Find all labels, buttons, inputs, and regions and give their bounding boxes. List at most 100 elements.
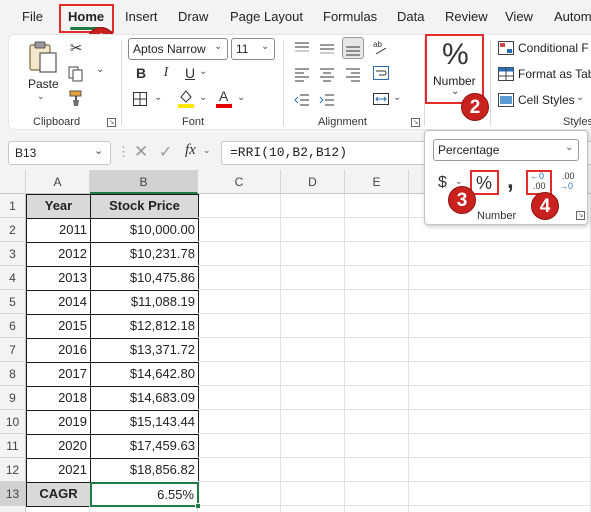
row-header[interactable]: 3 — [0, 242, 26, 266]
grid-cell[interactable] — [281, 242, 345, 266]
grid-cell[interactable] — [198, 338, 281, 362]
enter-check-icon[interactable]: ✓ — [159, 142, 172, 162]
grid-cell[interactable] — [198, 194, 281, 218]
column-header-d[interactable]: D — [281, 170, 345, 194]
cell-styles-label[interactable]: Cell Styles — [518, 93, 575, 107]
header-stock-price[interactable]: Stock Price — [90, 194, 199, 219]
grid-cell[interactable] — [281, 362, 345, 386]
format-as-table-label[interactable]: Format as Tab — [518, 67, 591, 81]
grid-cell[interactable] — [281, 434, 345, 458]
underline-button[interactable]: U — [183, 65, 197, 81]
grid-cell[interactable] — [198, 458, 281, 482]
grid-cell[interactable] — [281, 458, 345, 482]
year-cell[interactable]: 2021 — [26, 458, 91, 483]
merge-center-icon[interactable] — [372, 90, 390, 108]
price-cell[interactable]: $10,000.00 — [90, 218, 199, 243]
grid-cell[interactable] — [409, 266, 591, 290]
year-cell[interactable]: 2013 — [26, 266, 91, 291]
year-cell[interactable]: 2015 — [26, 314, 91, 339]
grid-cell[interactable] — [281, 506, 345, 512]
bold-button[interactable]: B — [134, 65, 148, 81]
grid-cell[interactable] — [409, 242, 591, 266]
number-launcher-icon[interactable]: ↘ — [576, 211, 585, 220]
column-header-e[interactable]: E — [345, 170, 409, 194]
tab-automate[interactable]: Autom — [554, 9, 591, 24]
paste-chevron-icon[interactable]: ⌄ — [37, 91, 45, 102]
grid-cell[interactable] — [345, 266, 409, 290]
decrease-decimal-button[interactable]: .00 →0 — [558, 171, 580, 193]
italic-button[interactable]: I — [159, 65, 173, 81]
row-header[interactable]: 2 — [0, 218, 26, 242]
price-cell[interactable]: $18,856.82 — [90, 458, 199, 483]
grid-cell[interactable] — [345, 482, 409, 506]
cut-icon[interactable]: ✂ — [67, 39, 85, 57]
font-color-chevron-icon[interactable]: ⌄ — [237, 92, 245, 103]
grid-cell[interactable] — [198, 506, 281, 512]
year-cell[interactable]: 2019 — [26, 410, 91, 435]
grid-cell[interactable] — [345, 290, 409, 314]
row-header[interactable]: 12 — [0, 458, 26, 482]
grid-cell[interactable] — [409, 314, 591, 338]
grid-cell[interactable] — [345, 434, 409, 458]
tab-review[interactable]: Review — [445, 9, 488, 24]
align-right-icon[interactable] — [345, 66, 361, 82]
grid-cell[interactable] — [281, 194, 345, 218]
column-header-a[interactable]: A — [26, 170, 90, 194]
grid-cell[interactable] — [345, 386, 409, 410]
grid-cell[interactable] — [345, 218, 409, 242]
grid-cell[interactable] — [198, 218, 281, 242]
row-header[interactable]: 4 — [0, 266, 26, 290]
row-header[interactable]: 9 — [0, 386, 26, 410]
increase-indent-icon[interactable] — [319, 92, 335, 108]
tab-insert[interactable]: Insert — [125, 9, 158, 24]
more-options-icon[interactable]: ⋮ — [117, 144, 130, 160]
format-painter-icon[interactable] — [67, 89, 85, 107]
grid-cell[interactable] — [198, 410, 281, 434]
name-box[interactable]: B13 ⌄ — [8, 141, 111, 165]
cell-styles-icon[interactable] — [498, 93, 514, 107]
paste-icon[interactable] — [27, 40, 59, 74]
tab-formulas[interactable]: Formulas — [323, 9, 377, 24]
align-top-icon[interactable] — [294, 40, 310, 56]
decrease-indent-icon[interactable] — [294, 92, 310, 108]
grid-cell[interactable] — [281, 218, 345, 242]
grid-cell[interactable] — [409, 386, 591, 410]
fill-handle[interactable] — [195, 503, 201, 509]
grid-cell[interactable] — [409, 434, 591, 458]
column-header-b[interactable]: B — [90, 170, 198, 194]
grid-cell[interactable] — [409, 338, 591, 362]
orientation-icon[interactable]: ab — [372, 38, 390, 56]
grid-cell[interactable] — [198, 314, 281, 338]
grid-cell[interactable] — [345, 338, 409, 362]
borders-icon[interactable] — [132, 91, 148, 107]
underline-chevron-icon[interactable]: ⌄ — [199, 66, 207, 77]
price-cell[interactable]: $10,231.78 — [90, 242, 199, 267]
cell-styles-chevron-icon[interactable]: ⌄ — [576, 92, 584, 103]
grid-cell[interactable] — [281, 314, 345, 338]
tab-view[interactable]: View — [505, 9, 533, 24]
tab-data[interactable]: Data — [397, 9, 424, 24]
grid-cell[interactable] — [198, 242, 281, 266]
paste-label[interactable]: Paste — [28, 77, 59, 91]
grid-cell[interactable] — [345, 194, 409, 218]
year-cell[interactable]: 2014 — [26, 290, 91, 315]
grid-cell[interactable] — [409, 290, 591, 314]
grid-cell[interactable] — [198, 266, 281, 290]
header-year[interactable]: Year — [26, 194, 91, 219]
borders-chevron-icon[interactable]: ⌄ — [154, 92, 162, 103]
conditional-formatting-label[interactable]: Conditional F — [518, 41, 589, 55]
row-header[interactable]: 11 — [0, 434, 26, 458]
grid-cell[interactable] — [90, 506, 198, 512]
grid-cell[interactable] — [345, 506, 409, 512]
grid-cell[interactable] — [281, 482, 345, 506]
year-cell[interactable]: 2012 — [26, 242, 91, 267]
price-cell[interactable]: $12,812.18 — [90, 314, 199, 339]
format-as-table-icon[interactable] — [498, 67, 514, 81]
align-center-icon[interactable] — [319, 66, 335, 82]
select-all-corner[interactable] — [0, 170, 26, 194]
grid-cell[interactable] — [281, 410, 345, 434]
year-cell[interactable]: 2011 — [26, 218, 91, 243]
copy-chevron-icon[interactable]: ⌄ — [96, 64, 104, 75]
row-header[interactable]: 8 — [0, 362, 26, 386]
grid-cell[interactable] — [345, 458, 409, 482]
